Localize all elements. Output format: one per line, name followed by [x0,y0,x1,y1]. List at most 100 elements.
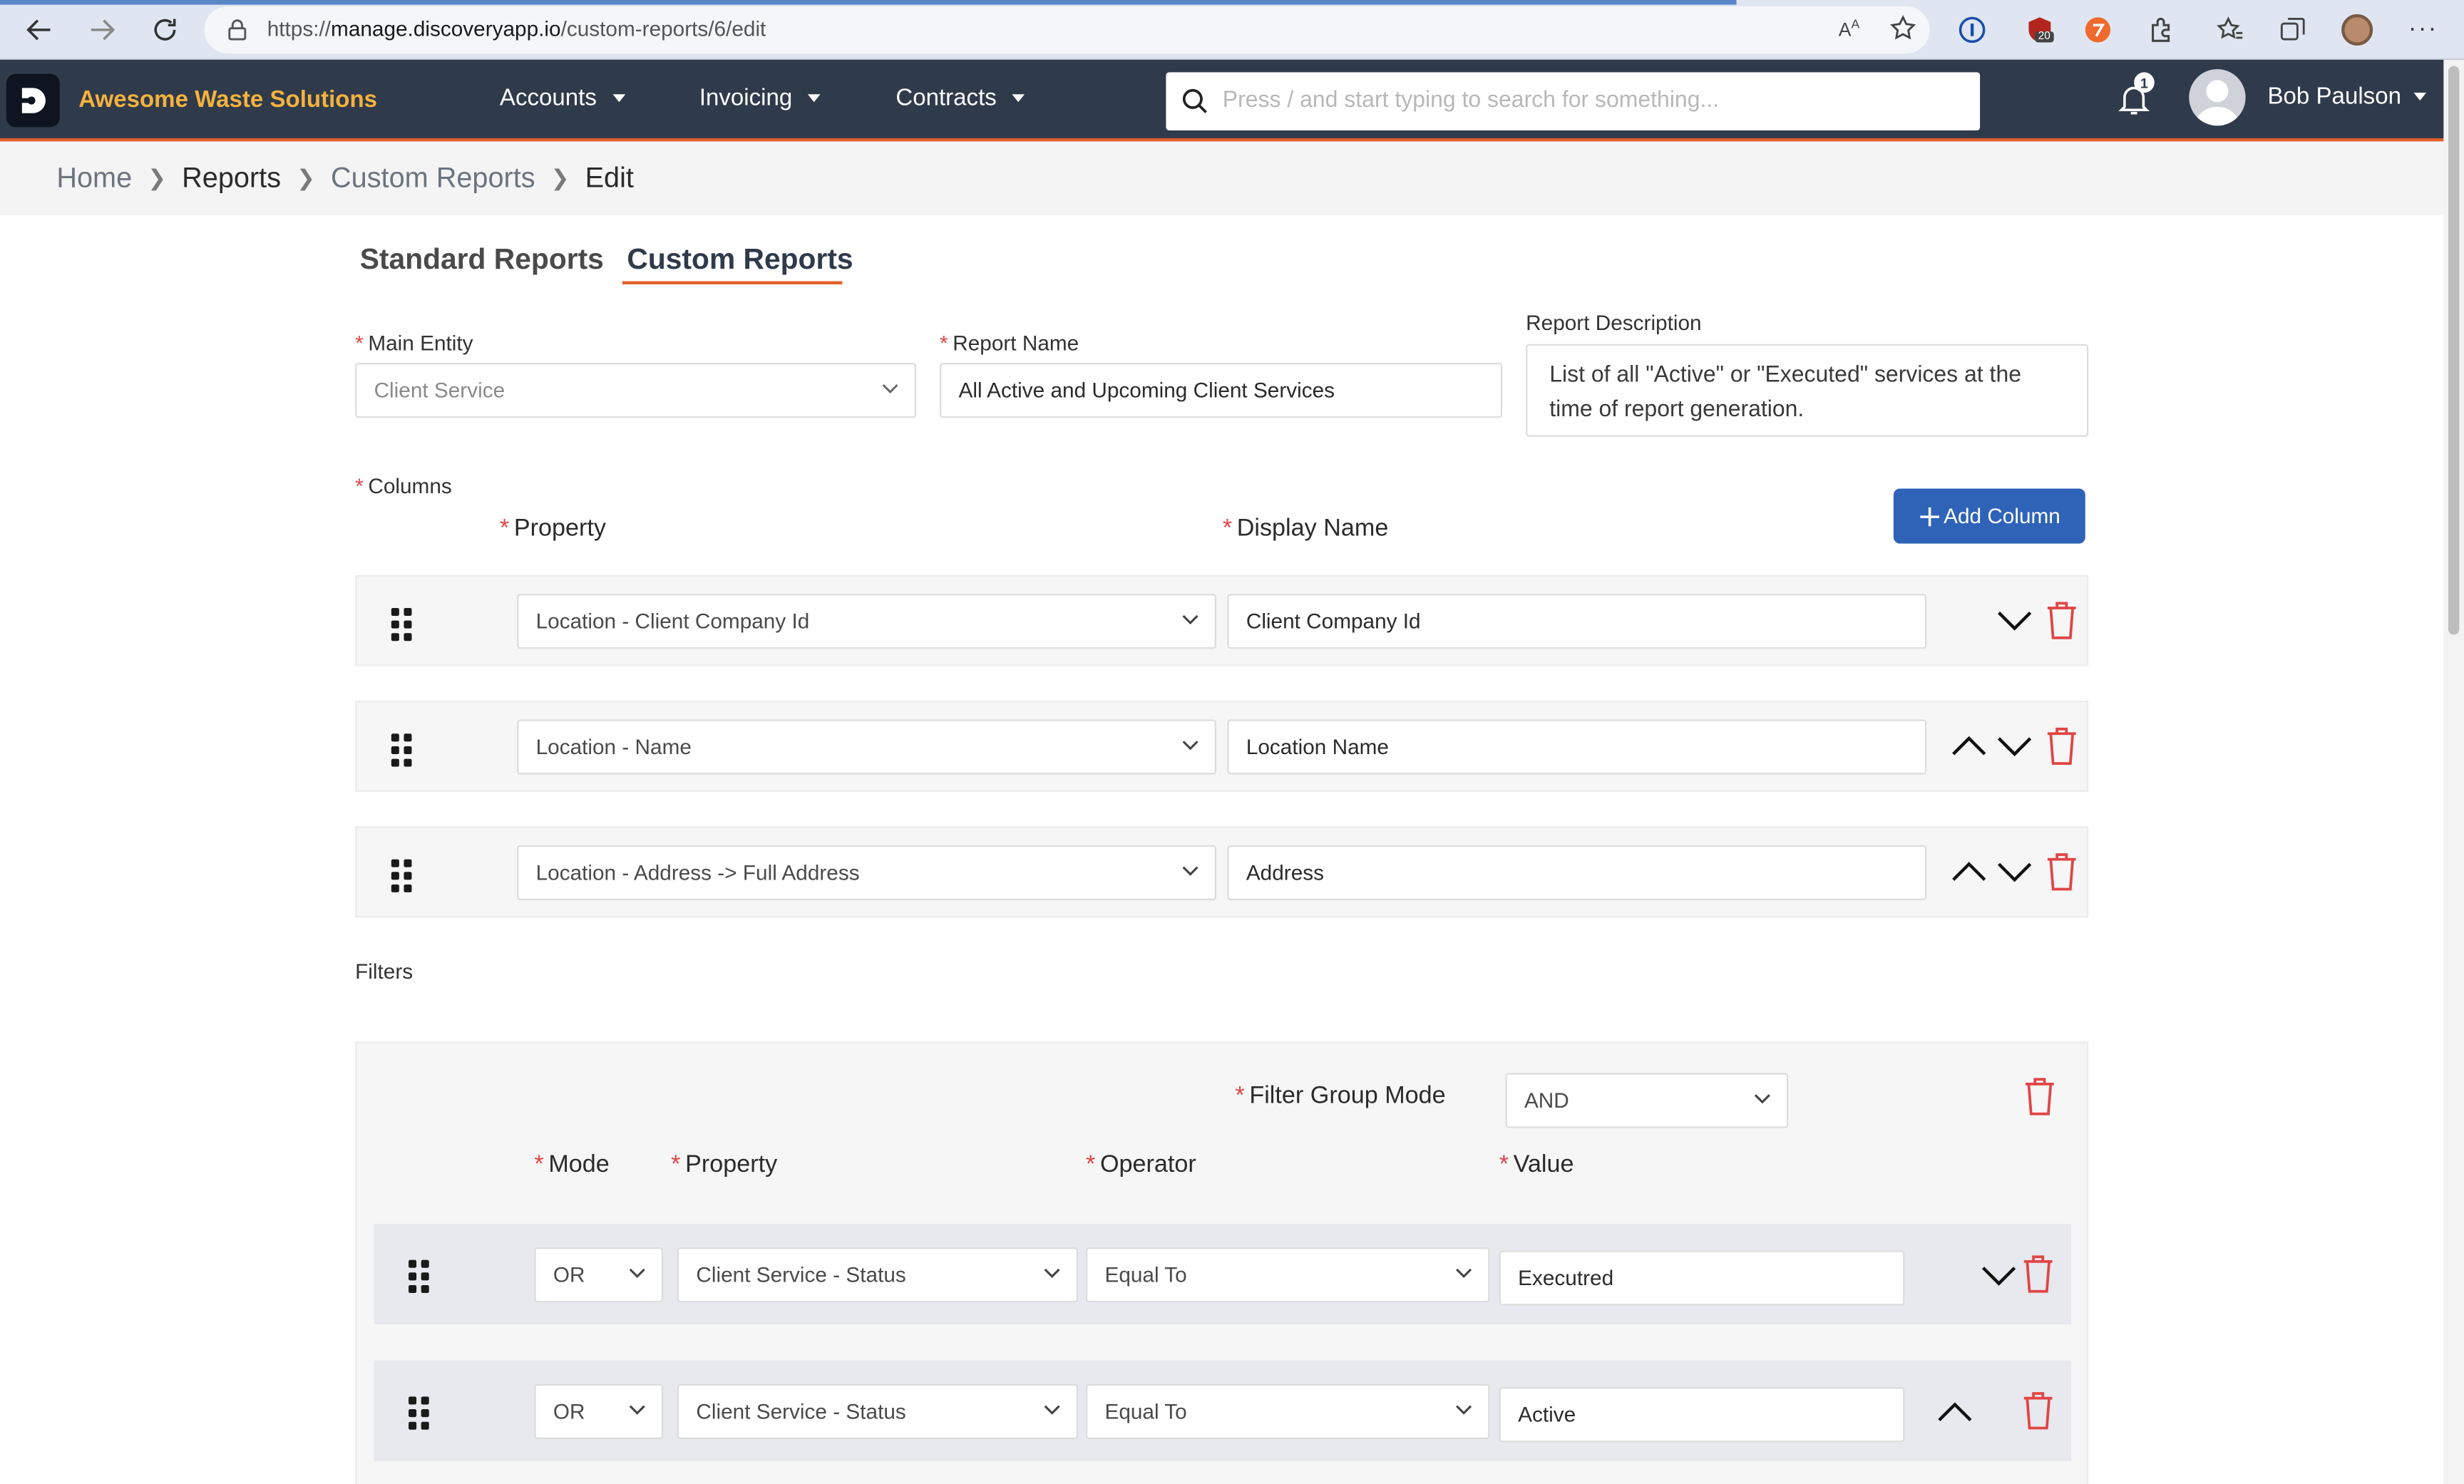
columns-label: * Columns [355,474,452,498]
refresh-icon[interactable] [149,14,180,46]
delete-filter-icon[interactable] [2021,1254,2055,1294]
filter-group-mode-select[interactable]: AND [1505,1073,1789,1128]
drag-handle-icon[interactable] [391,859,412,892]
caret-down-icon [2413,93,2427,101]
move-up-icon[interactable] [1950,736,1988,758]
user-name: Bob Paulson [2267,83,2402,110]
column-display-name-value: Location Name [1246,735,1389,759]
tab-standard-reports[interactable]: Standard Reports [360,242,604,276]
nav-contracts-label: Contracts [895,85,997,112]
chevron-down-icon [1456,1268,1472,1278]
address-bar[interactable]: https://manage.discoveryapp.io/custom-re… [204,6,1930,53]
password-manager-icon[interactable] [1956,14,1988,46]
profile-photo-icon[interactable] [2341,14,2373,46]
filter-operator-select[interactable]: Equal To [1086,1247,1490,1303]
scrollbar-thumb[interactable] [2448,66,2460,635]
filter-property-select[interactable]: Client Service - Status [677,1247,1078,1303]
search-input[interactable] [1222,81,1961,120]
column-property-select[interactable]: Location - Client Company Id [517,594,1216,649]
filter-operator-select[interactable]: Equal To [1086,1383,1490,1439]
breadcrumb-home[interactable]: Home [56,162,132,195]
favorite-star-icon[interactable] [1889,14,1917,51]
avatar[interactable] [2189,68,2246,126]
report-description-value: List of all "Active" or "Executed" servi… [1549,363,2021,423]
breadcrumb-custom-reports[interactable]: Custom Reports [331,162,535,195]
nav-invoicing[interactable]: Invoicing [699,85,821,111]
drag-handle-icon[interactable] [391,607,412,641]
nav-contracts[interactable]: Contracts [895,85,1025,111]
extension-badge: 20 [2035,31,2054,43]
filter-mode-value: OR [553,1263,585,1287]
report-name-input[interactable]: All Active and Upcoming Client Services [940,363,1503,418]
column-property-select[interactable]: Location - Name [517,719,1216,775]
filter-value-input[interactable]: Executred [1499,1250,1905,1306]
move-down-icon[interactable] [1996,861,2033,883]
browser-toolbar: https://manage.discoveryapp.io/custom-re… [0,0,2464,60]
brand-logo[interactable] [6,73,60,128]
filter-mode-select[interactable]: OR [534,1247,664,1303]
brand-name[interactable]: Awesome Waste Solutions [78,86,377,113]
global-search[interactable] [1166,72,1981,130]
nav-accounts-label: Accounts [499,85,597,112]
move-down-icon[interactable] [1996,736,2033,758]
filter-property-select[interactable]: Client Service - Status [677,1383,1078,1439]
nav-accounts[interactable]: Accounts [500,85,625,111]
favorites-icon[interactable] [2214,14,2246,46]
drag-handle-icon[interactable] [391,733,412,767]
column-display-name-input[interactable]: Address [1227,845,1927,900]
move-down-icon[interactable] [1996,609,2033,632]
column-display-name-input[interactable]: Location Name [1227,719,1927,775]
column-display-name-input[interactable]: Client Company Id [1227,594,1927,649]
page-scrollbar[interactable] [2443,59,2464,1484]
collections-icon[interactable] [2277,14,2309,46]
delete-filter-icon[interactable] [2021,1391,2055,1431]
breadcrumb: Home ❯ Reports ❯ Custom Reports ❯ Edit [56,162,634,195]
caret-down-icon [808,94,821,103]
extension-shield-icon[interactable]: 20 [2024,14,2055,46]
delete-column-icon[interactable] [2045,852,2079,892]
main-entity-label: * Main Entity [355,331,473,356]
report-name-value: All Active and Upcoming Client Services [958,378,1335,403]
extension-orange-icon[interactable] [2082,14,2113,46]
main-entity-select[interactable]: Client Service [355,363,916,418]
filter-property-header: * Property [671,1151,778,1179]
caret-down-icon [1012,94,1025,103]
chevron-down-icon [1044,1268,1060,1278]
delete-column-icon[interactable] [2045,726,2079,766]
column-property-header: * Property [499,515,606,542]
app-header: Awesome Waste Solutions Accounts Invoici… [0,59,2464,142]
move-up-icon[interactable] [1936,1401,1973,1423]
chevron-down-icon [1754,1094,1770,1104]
tab-custom-reports[interactable]: Custom Reports [627,242,853,276]
filter-row: OR Client Service - Status Equal To Exec… [374,1223,2071,1325]
filter-value-input[interactable]: Active [1499,1387,1905,1443]
breadcrumb-reports[interactable]: Reports [182,162,281,195]
delete-column-icon[interactable] [2045,600,2079,641]
extensions-puzzle-icon[interactable] [2145,14,2177,46]
add-column-button[interactable]: Add Column [1893,488,2085,544]
more-menu-icon[interactable]: ··· [2408,14,2439,46]
drag-handle-icon[interactable] [409,1259,429,1293]
filter-row: OR Client Service - Status Equal To Acti… [374,1360,2071,1461]
column-property-select[interactable]: Location - Address -> Full Address [517,845,1216,900]
read-aloud-icon[interactable]: AA [1839,17,1859,41]
drag-handle-icon[interactable] [409,1396,429,1430]
back-icon[interactable] [24,14,55,46]
main-entity-value: Client Service [374,378,505,403]
move-down-icon[interactable] [1980,1264,2018,1287]
filter-property-value: Client Service - Status [696,1399,906,1423]
move-up-icon[interactable] [1950,861,1988,883]
report-name-label: * Report Name [940,331,1079,356]
user-menu[interactable]: Bob Paulson [2267,83,2427,110]
notification-badge: 1 [2134,72,2155,93]
page: https://manage.discoveryapp.io/custom-re… [0,0,2464,1484]
plus-icon [1920,506,1939,526]
chevron-down-icon [1182,866,1198,876]
report-description-textarea[interactable]: List of all "Active" or "Executed" servi… [1526,344,2089,437]
delete-filter-group-icon[interactable] [2023,1076,2057,1117]
search-icon [1182,88,1207,113]
filter-mode-select[interactable]: OR [534,1383,664,1439]
forward-icon[interactable] [86,14,118,46]
chevron-down-icon [1044,1405,1060,1415]
column-property-value: Location - Client Company Id [535,609,810,634]
